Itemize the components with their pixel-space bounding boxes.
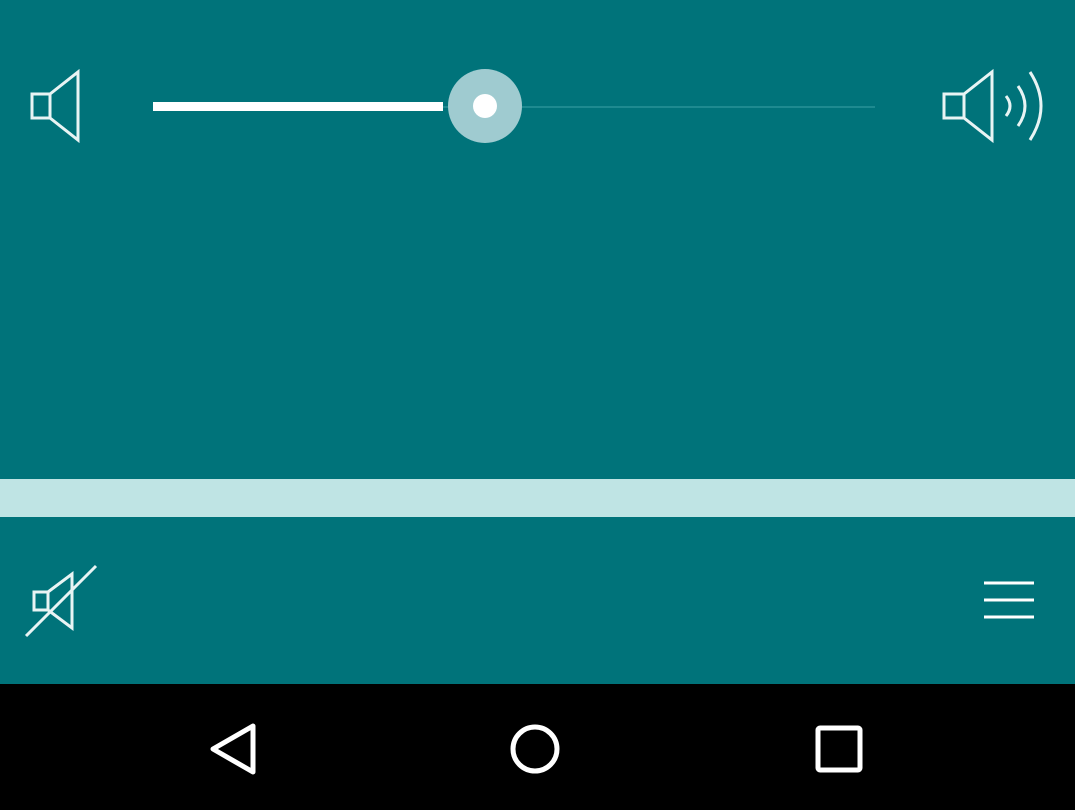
home-icon[interactable] <box>500 714 570 784</box>
slider-thumb-dot <box>473 94 498 118</box>
volume-slider-fill <box>153 102 444 111</box>
recents-icon[interactable] <box>804 714 874 784</box>
volume-app <box>0 0 1075 684</box>
system-nav-bar <box>0 684 1075 810</box>
volume-slider-thumb[interactable] <box>448 69 523 143</box>
hamburger-menu-icon[interactable] <box>982 578 1036 622</box>
speaker-low-icon[interactable] <box>26 66 86 146</box>
speaker-high-icon[interactable] <box>940 66 1052 146</box>
back-icon[interactable] <box>198 714 268 784</box>
divider-band <box>0 479 1075 517</box>
speaker-mute-icon[interactable] <box>22 562 100 640</box>
